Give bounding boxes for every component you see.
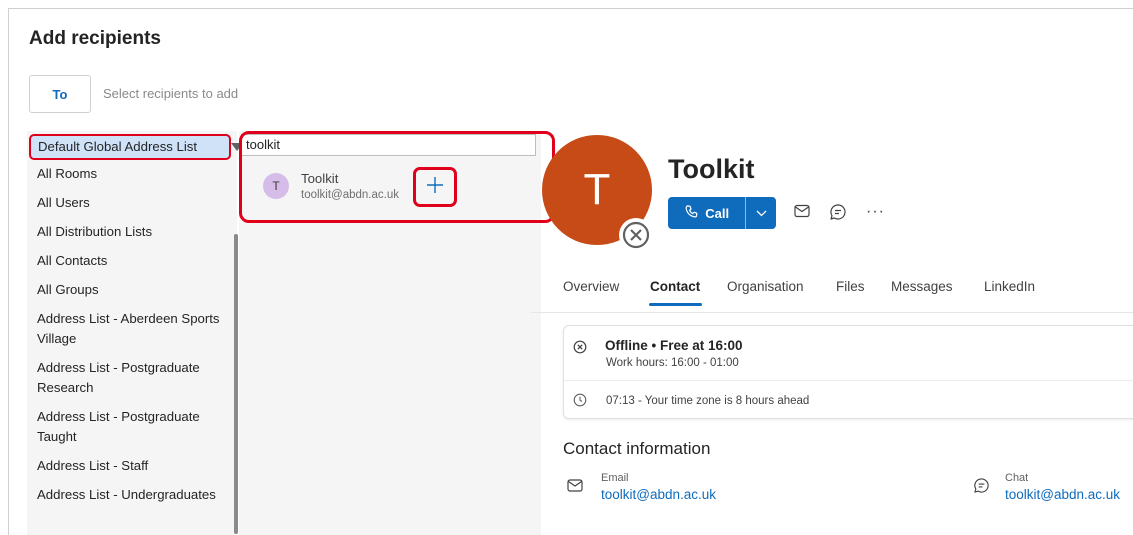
chat-icon[interactable]	[829, 203, 847, 226]
tab-files[interactable]: Files	[836, 279, 865, 294]
address-list-item[interactable]: All Contacts	[37, 251, 223, 271]
tab-messages[interactable]: Messages	[891, 279, 953, 294]
address-list-item[interactable]: Address List - Postgraduate Taught	[37, 407, 223, 447]
dialog-title: Add recipients	[29, 28, 161, 49]
offline-status-icon	[619, 218, 653, 252]
call-button[interactable]: Call	[668, 197, 776, 229]
contact-name: Toolkit	[668, 154, 755, 184]
address-list-item[interactable]: Address List - Postgraduate Research	[37, 358, 223, 398]
tab-overview[interactable]: Overview	[563, 279, 619, 294]
highlight-box	[239, 131, 555, 223]
active-tab-indicator	[649, 303, 702, 306]
address-list-item[interactable]: Address List - Undergraduates	[37, 485, 223, 505]
address-list-item-default-global[interactable]: Default Global Address List	[29, 134, 231, 160]
tab-linkedin[interactable]: LinkedIn	[984, 279, 1035, 294]
divider	[531, 312, 1133, 313]
local-time: 07:13 - Your time zone is 8 hours ahead	[606, 395, 810, 407]
offline-icon	[573, 340, 587, 359]
scrollbar[interactable]	[234, 234, 238, 534]
chat-link[interactable]: toolkit@abdn.ac.uk	[1005, 487, 1120, 502]
address-list-item[interactable]: All Rooms	[37, 164, 223, 184]
chat-icon	[973, 477, 990, 499]
chat-label: Chat	[1005, 472, 1029, 484]
email-link[interactable]: toolkit@abdn.ac.uk	[601, 487, 716, 502]
more-options-icon[interactable]: ···	[866, 203, 885, 221]
to-button[interactable]: To	[29, 75, 91, 113]
recipients-input[interactable]: Select recipients to add	[103, 75, 238, 113]
address-list-item[interactable]: All Groups	[37, 280, 223, 300]
search-results-panel: toolkit T Toolkit toolkit@abdn.ac.uk	[239, 131, 555, 535]
divider	[564, 380, 1133, 381]
clock-icon	[573, 393, 587, 412]
call-label: Call	[705, 205, 730, 221]
phone-icon	[684, 204, 699, 222]
tab-contact[interactable]: Contact	[650, 279, 700, 294]
call-options-button[interactable]	[745, 197, 776, 229]
chevron-down-icon	[756, 204, 767, 222]
mail-icon	[567, 479, 583, 497]
address-list-panel: Default Global Address List All Rooms Al…	[27, 131, 243, 535]
address-list-item[interactable]: All Users	[37, 193, 223, 213]
availability-status: Offline • Free at 16:00	[605, 338, 743, 353]
mail-icon[interactable]	[794, 204, 810, 223]
address-list-item[interactable]: All Distribution Lists	[37, 222, 223, 242]
email-label: Email	[601, 472, 629, 484]
contact-info-heading: Contact information	[563, 439, 711, 458]
work-hours: Work hours: 16:00 - 01:00	[606, 357, 739, 369]
tab-organisation[interactable]: Organisation	[727, 279, 804, 294]
address-list-item[interactable]: Address List - Aberdeen Sports Village	[37, 309, 223, 349]
call-main[interactable]: Call	[668, 197, 745, 229]
address-list-item[interactable]: Address List - Staff	[37, 456, 223, 476]
